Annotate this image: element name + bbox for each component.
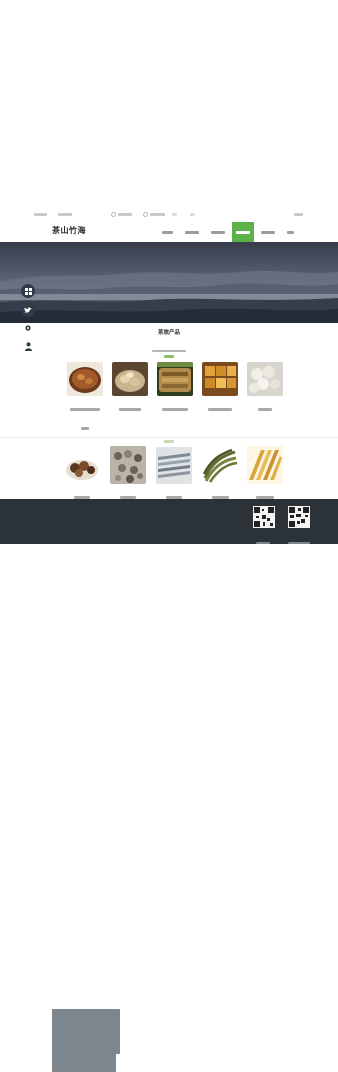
nav-item-active[interactable]: [232, 222, 254, 242]
product-image: [110, 446, 146, 484]
qr-caption: [256, 532, 270, 551]
product-card[interactable]: [112, 362, 148, 418]
top-strip: [0, 209, 338, 221]
nav-item[interactable]: [181, 222, 203, 242]
mail-icon: [143, 212, 148, 217]
phone-icon: [111, 212, 116, 217]
qr-code-image: [288, 506, 310, 528]
hero-mountain-image: [0, 242, 338, 323]
product-image: [67, 362, 103, 396]
site-footer: [0, 499, 338, 1072]
product-card[interactable]: [110, 446, 146, 506]
product-image: [202, 448, 238, 484]
section-mark: [164, 431, 174, 443]
product-card[interactable]: [202, 448, 238, 506]
product-name: [67, 399, 103, 437]
topbar-contact: [118, 213, 132, 216]
product-image: [247, 362, 283, 396]
product-card[interactable]: [247, 362, 283, 418]
grid-icon[interactable]: [21, 284, 35, 298]
qr-code-image: [253, 506, 275, 528]
main-navbar: 茶山竹海: [0, 222, 338, 242]
products-title: 茶旅产品: [157, 330, 180, 336]
product-name: [157, 399, 193, 418]
product-card[interactable]: [157, 362, 193, 418]
topbar-link[interactable]: [34, 213, 47, 216]
product-image: [157, 362, 193, 396]
topbar-link[interactable]: [172, 213, 177, 216]
nav-item-more[interactable]: [284, 222, 296, 242]
topbar-link[interactable]: [58, 213, 72, 216]
hero-banner: [0, 242, 338, 323]
product-image: [202, 362, 238, 396]
site-logo[interactable]: 茶山竹海: [52, 225, 86, 236]
product-name: [112, 399, 148, 418]
topbar-language[interactable]: [294, 213, 303, 216]
product-image: [112, 362, 148, 396]
product-card[interactable]: [247, 446, 283, 506]
section-mark: [164, 346, 174, 358]
qr-caption: [288, 532, 310, 551]
product-card[interactable]: [156, 447, 192, 506]
product-name: [247, 399, 283, 418]
product-image: [64, 450, 100, 484]
product-image: [247, 446, 283, 484]
product-image: [156, 447, 192, 484]
nav-item[interactable]: [160, 222, 174, 242]
product-card[interactable]: [67, 362, 103, 437]
product-name: [202, 399, 238, 418]
product-card[interactable]: [202, 362, 238, 418]
topbar-contact: [150, 213, 165, 216]
nav-item[interactable]: [257, 222, 279, 242]
product-card[interactable]: [64, 450, 100, 506]
topbar-link[interactable]: [190, 213, 195, 216]
section-divider: [0, 437, 338, 438]
nav-item[interactable]: [207, 222, 229, 242]
twitter-icon[interactable]: [21, 303, 35, 317]
